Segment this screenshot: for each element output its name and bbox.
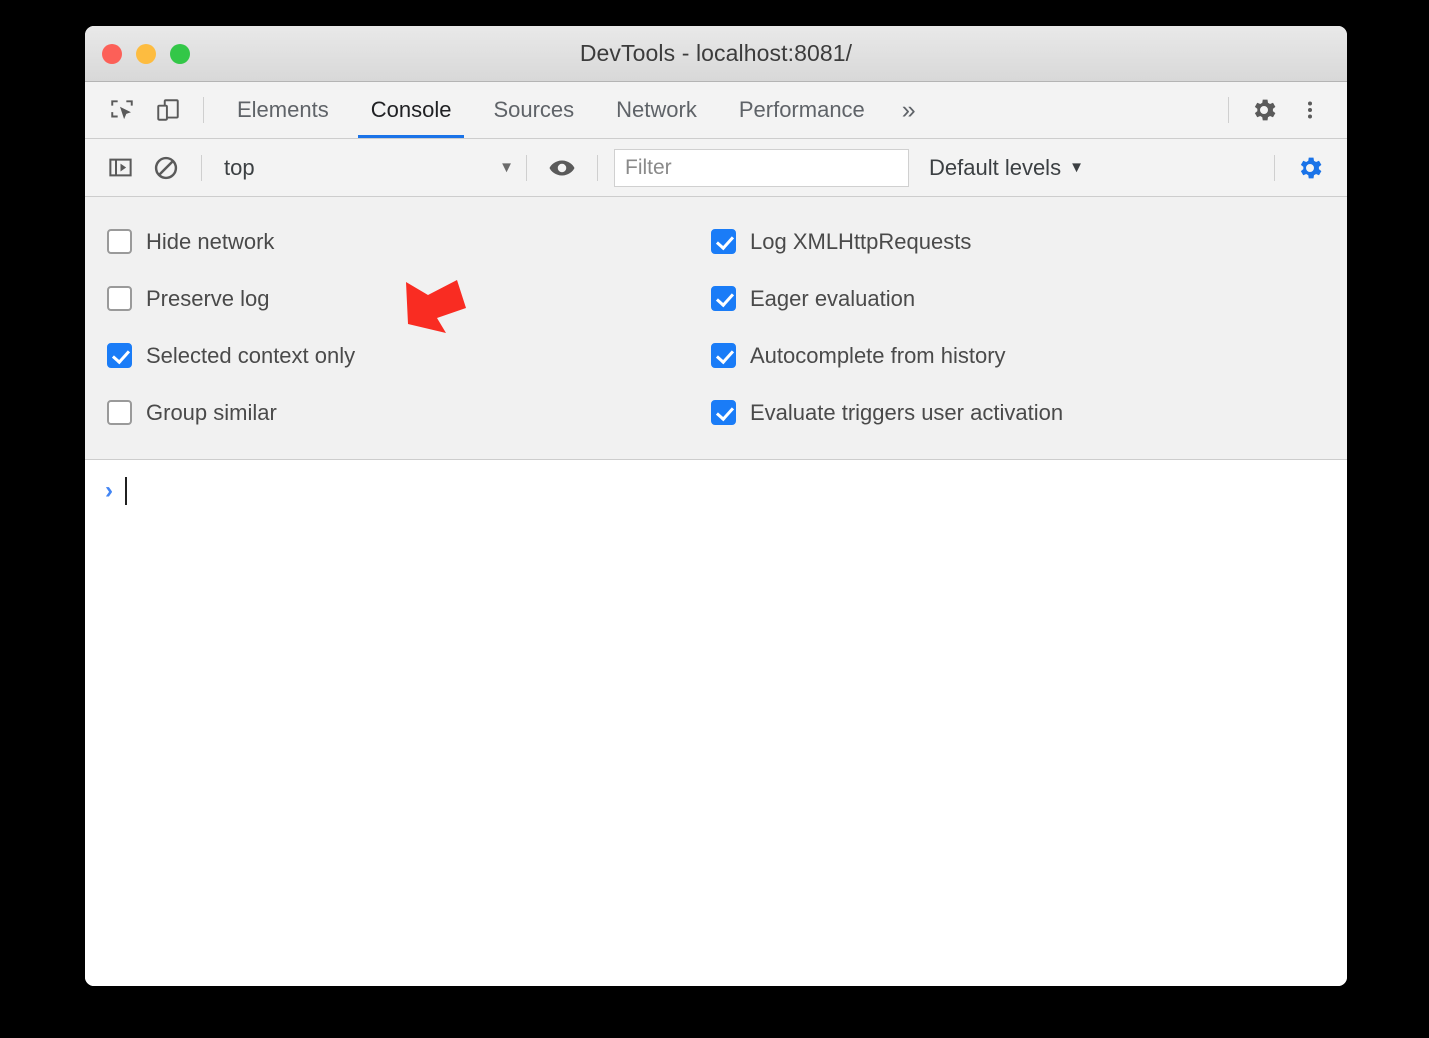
- text-caret: [125, 477, 127, 505]
- console-output-area[interactable]: ›: [85, 460, 1347, 986]
- kebab-menu-icon[interactable]: [1287, 90, 1333, 130]
- console-prompt-row[interactable]: ›: [85, 474, 1347, 508]
- checkbox-autocomplete-from-history[interactable]: [711, 343, 736, 368]
- tabbar-right-divider: [1228, 97, 1229, 123]
- console-toolbar-divider-2: [526, 155, 527, 181]
- clear-console-icon[interactable]: [143, 148, 189, 188]
- console-toolbar-divider-4: [1274, 155, 1275, 181]
- setting-eager-evaluation[interactable]: Eager evaluation: [711, 270, 1063, 327]
- device-toolbar-icon[interactable]: [145, 90, 191, 130]
- javascript-context-selector[interactable]: top ▼: [214, 155, 514, 181]
- checkbox-log-xmlhttprequests[interactable]: [711, 229, 736, 254]
- setting-label: Evaluate triggers user activation: [750, 400, 1063, 426]
- setting-evaluate-triggers-user-activation[interactable]: Evaluate triggers user activation: [711, 384, 1063, 441]
- setting-label: Group similar: [146, 400, 277, 426]
- checkbox-preserve-log[interactable]: [107, 286, 132, 311]
- gear-icon[interactable]: [1241, 90, 1287, 130]
- setting-hide-network[interactable]: Hide network: [107, 213, 685, 270]
- setting-label: Autocomplete from history: [750, 343, 1006, 369]
- inspect-element-icon[interactable]: [99, 90, 145, 130]
- console-toolbar-right: [1262, 148, 1347, 188]
- console-settings-gear-icon[interactable]: [1287, 148, 1333, 188]
- tab-elements[interactable]: Elements: [216, 82, 350, 138]
- console-toolbar: top ▼ Filter Default levels ▼: [85, 139, 1347, 197]
- checkbox-evaluate-triggers-user-activation[interactable]: [711, 400, 736, 425]
- more-tabs-icon[interactable]: »: [886, 82, 930, 138]
- setting-group-similar[interactable]: Group similar: [107, 384, 685, 441]
- checkbox-selected-context-only[interactable]: [107, 343, 132, 368]
- devtools-tabbar: Elements Console Sources Network Perform…: [85, 82, 1347, 139]
- setting-label: Log XMLHttpRequests: [750, 229, 971, 255]
- settings-column-right: Log XMLHttpRequests Eager evaluation Aut…: [685, 213, 1063, 441]
- window-title: DevTools - localhost:8081/: [85, 40, 1347, 67]
- devtools-window: DevTools - localhost:8081/ Elements Cons…: [85, 26, 1347, 986]
- setting-selected-context-only[interactable]: Selected context only: [107, 327, 685, 384]
- tab-network[interactable]: Network: [595, 82, 718, 138]
- tab-performance[interactable]: Performance: [718, 82, 886, 138]
- chevron-down-icon: ▼: [1069, 159, 1084, 176]
- setting-preserve-log[interactable]: Preserve log: [107, 270, 685, 327]
- log-levels-label: Default levels: [929, 155, 1061, 181]
- tab-sources[interactable]: Sources: [472, 82, 595, 138]
- chevron-down-icon: ▼: [499, 159, 514, 176]
- checkbox-hide-network[interactable]: [107, 229, 132, 254]
- setting-log-xmlhttprequests[interactable]: Log XMLHttpRequests: [711, 213, 1063, 270]
- checkbox-group-similar[interactable]: [107, 400, 132, 425]
- panel-tabs: Elements Console Sources Network Perform…: [216, 82, 930, 138]
- setting-autocomplete-from-history[interactable]: Autocomplete from history: [711, 327, 1063, 384]
- console-filter-input[interactable]: Filter: [614, 149, 909, 187]
- setting-label: Preserve log: [146, 286, 270, 312]
- show-console-sidebar-icon[interactable]: [97, 148, 143, 188]
- context-value: top: [224, 155, 255, 181]
- settings-column-left: Hide network Preserve log Selected conte…: [85, 213, 685, 441]
- eye-icon[interactable]: [539, 148, 585, 188]
- tab-console[interactable]: Console: [350, 82, 473, 138]
- setting-label: Selected context only: [146, 343, 355, 369]
- tabbar-divider: [203, 97, 204, 123]
- checkbox-eager-evaluation[interactable]: [711, 286, 736, 311]
- console-toolbar-divider-1: [201, 155, 202, 181]
- prompt-chevron-icon: ›: [105, 479, 113, 503]
- tabbar-right-actions: [1216, 90, 1347, 130]
- setting-label: Hide network: [146, 229, 274, 255]
- console-toolbar-divider-3: [597, 155, 598, 181]
- log-levels-selector[interactable]: Default levels ▼: [929, 155, 1084, 181]
- window-titlebar: DevTools - localhost:8081/: [85, 26, 1347, 82]
- setting-label: Eager evaluation: [750, 286, 915, 312]
- console-settings-pane: Hide network Preserve log Selected conte…: [85, 197, 1347, 460]
